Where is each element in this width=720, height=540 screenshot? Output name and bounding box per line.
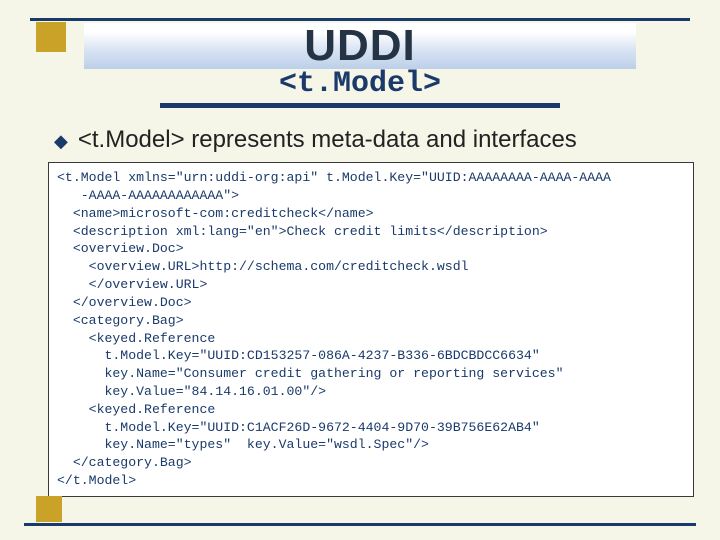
bullet-row: ◆ <t.Model> represents meta-data and int… [54,126,688,156]
accent-square-bottom [36,496,62,522]
bullet-icon: ◆ [54,126,68,156]
title-underline [160,103,560,108]
bottom-rule [24,523,696,526]
body: ◆ <t.Model> represents meta-data and int… [24,126,696,497]
slide: UDDI <t.Model> ◆ <t.Model> represents me… [0,0,720,540]
slide-subtitle: <t.Model> [24,67,696,101]
slide-title: UDDI [84,23,636,69]
accent-square-top [36,22,66,52]
title-block: UDDI <t.Model> [24,23,696,108]
bullet-text: <t.Model> represents meta-data and inter… [78,126,577,154]
code-box: <t.Model xmlns="urn:uddi-org:api" t.Mode… [48,162,694,497]
